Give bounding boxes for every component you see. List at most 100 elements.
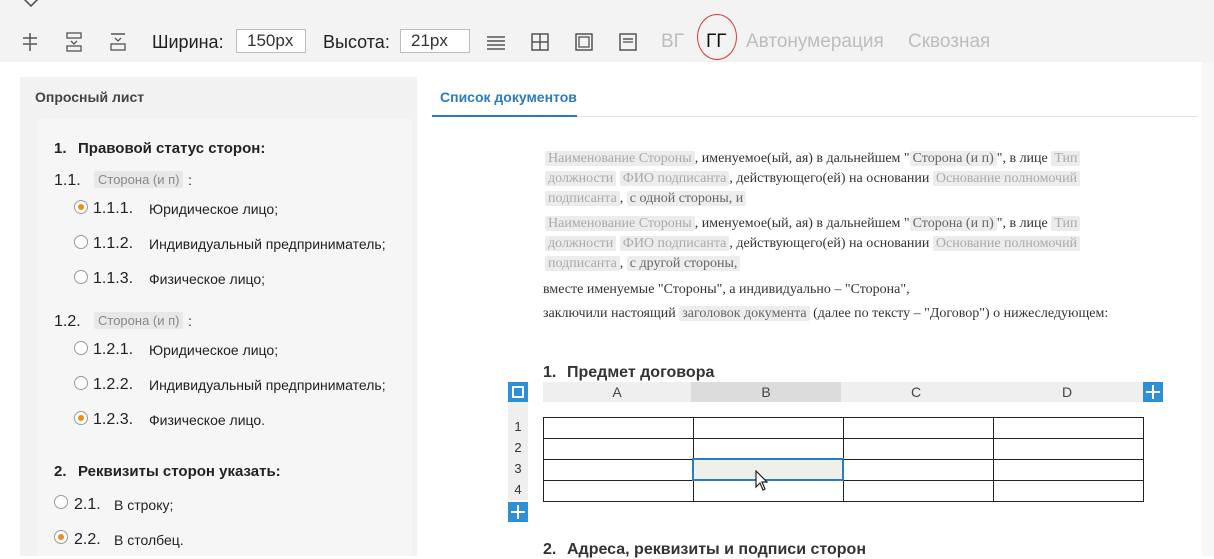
insert-row-above-icon[interactable]	[20, 31, 40, 53]
table-cell[interactable]	[993, 480, 1144, 502]
table-cell[interactable]	[693, 417, 844, 439]
table-cell[interactable]	[543, 417, 694, 439]
doc-text: ", в лице	[996, 216, 1048, 231]
vg-button[interactable]: ВГ	[661, 31, 684, 53]
signer-field[interactable]: ФИО подписанта	[619, 236, 730, 251]
option-number: 1.2.3.	[93, 411, 134, 428]
column-header[interactable]: A	[543, 382, 691, 402]
row-header[interactable]: 2	[508, 440, 528, 455]
option-number: 1.2.2.	[93, 376, 134, 393]
position-field[interactable]: Тип	[1051, 216, 1081, 231]
insert-row-middle-icon[interactable]	[64, 31, 84, 53]
eraser-icon[interactable]	[22, 0, 40, 8]
table-cell[interactable]	[843, 438, 994, 460]
authority-field[interactable]: подписанта	[545, 191, 620, 206]
question-title: Правовой статус сторон:	[78, 140, 266, 157]
table-cell[interactable]	[843, 459, 994, 481]
select-all-icon	[512, 386, 524, 398]
side-field[interactable]: с другой стороны,	[626, 256, 741, 271]
radio-1-2-1[interactable]	[74, 341, 88, 355]
doc-title-field[interactable]: заголовок документа	[679, 306, 810, 321]
option-label: Индивидуальный предприниматель;	[149, 377, 386, 393]
autonumber-button[interactable]: Автонумерация	[746, 31, 884, 53]
section-number: 2.	[543, 541, 557, 558]
option-label: Физическое лицо.	[149, 412, 266, 428]
radio-1-1-2[interactable]	[74, 235, 88, 249]
option-label: Физическое лицо;	[149, 271, 266, 287]
inner-borders-icon[interactable]	[530, 31, 550, 53]
tab-questionnaire[interactable]: Опросный лист	[35, 89, 144, 105]
add-row-button[interactable]	[508, 502, 528, 522]
table-cell[interactable]	[543, 480, 694, 502]
option-label: В столбец.	[114, 532, 184, 548]
option-number: 1.1.1.	[93, 200, 134, 217]
concluded-line: заключили настоящий заголовок документа …	[543, 306, 1108, 322]
width-label: Ширина:	[152, 32, 224, 52]
table-cell[interactable]	[993, 459, 1144, 481]
line-spacing-icon[interactable]	[486, 31, 506, 53]
column-header[interactable]: B	[691, 382, 841, 402]
section-title: Адреса, реквизиты и подписи сторон	[567, 541, 866, 558]
together-line: вместе именуемые "Стороны", а индивидуал…	[543, 282, 910, 297]
name-field[interactable]: Наименование Стороны	[545, 216, 695, 231]
mouse-cursor-icon	[755, 470, 769, 491]
row-header[interactable]: 4	[508, 482, 528, 497]
colon: :	[188, 313, 192, 329]
subquestion-number: 1.1.	[54, 172, 81, 189]
table-cell[interactable]	[843, 480, 994, 502]
doc-text: , именуемое(ый, ая) в дальнейшем "	[694, 216, 910, 231]
column-header[interactable]: D	[991, 382, 1143, 402]
doc-line: Наименование Стороны, именуемое(ый, ая) …	[545, 151, 1081, 167]
name-field[interactable]: Наименование Стороны	[545, 151, 695, 166]
option-number: 2.1.	[74, 496, 101, 513]
position-field[interactable]: Тип	[1051, 151, 1081, 166]
option-number: 1.1.3.	[93, 270, 134, 287]
position-field[interactable]: должности	[545, 236, 617, 251]
radio-2-1[interactable]	[54, 495, 68, 509]
add-column-button[interactable]	[1143, 382, 1163, 402]
radio-1-1-1[interactable]	[74, 200, 88, 214]
select-all-button[interactable]	[508, 382, 528, 402]
row-header[interactable]: 1	[508, 419, 528, 434]
option-label: Юридическое лицо;	[149, 342, 279, 358]
table-cell[interactable]	[693, 438, 844, 460]
doc-line: Наименование Стороны, именуемое(ый, ая) …	[545, 216, 1081, 232]
tab-divider	[577, 116, 1197, 117]
radio-2-2[interactable]	[54, 530, 68, 544]
table-cell[interactable]	[993, 438, 1144, 460]
plus-icon	[511, 505, 525, 519]
height-input[interactable]: 21px	[400, 29, 470, 53]
column-header[interactable]: C	[841, 382, 991, 402]
questionnaire-list: 1. Правовой статус сторон: 1.1. Сторона …	[38, 119, 412, 556]
authority-field[interactable]: Основание полномочий	[932, 236, 1081, 251]
doc-text: (далее по тексту – "Договор") о нижеслед…	[813, 306, 1109, 321]
highlight-circle	[697, 14, 737, 60]
table-cell[interactable]	[843, 417, 994, 439]
authority-field[interactable]: Основание полномочий	[932, 171, 1081, 186]
scrollbar[interactable]	[1202, 62, 1214, 556]
doc-line: должности ФИО подписанта, действующего(е…	[545, 171, 1081, 187]
signer-field[interactable]: ФИО подписанта	[619, 171, 730, 186]
table-cell[interactable]	[543, 438, 694, 460]
row-header[interactable]: 3	[508, 461, 528, 476]
option-number: 1.1.2.	[93, 235, 134, 252]
party-field[interactable]: Сторона (и п)	[909, 151, 997, 166]
table-cell[interactable]	[543, 459, 694, 481]
side-field[interactable]: с одной стороны, и	[626, 191, 747, 206]
position-field[interactable]: должности	[545, 171, 617, 186]
radio-1-2-2[interactable]	[74, 376, 88, 390]
doc-line: должности ФИО подписанта, действующего(е…	[545, 236, 1081, 252]
party-field: Сторона (и п)	[94, 312, 184, 329]
table-cell[interactable]	[993, 417, 1144, 439]
party-field[interactable]: Сторона (и п)	[909, 216, 997, 231]
outer-border-icon[interactable]	[574, 31, 594, 53]
header-row-icon[interactable]	[618, 31, 638, 53]
authority-field[interactable]: подписанта	[545, 256, 620, 271]
insert-row-below-icon[interactable]	[108, 31, 128, 53]
tab-documents[interactable]: Список документов	[440, 89, 577, 105]
through-numbering-button[interactable]: Сквозная	[908, 31, 990, 53]
radio-1-2-3[interactable]	[74, 411, 88, 425]
width-input[interactable]: 150px	[236, 29, 306, 53]
toolbar: Ширина: 150px Высота: 21px ВГ ГГ Автонум…	[0, 0, 1214, 62]
radio-1-1-3[interactable]	[74, 270, 88, 284]
